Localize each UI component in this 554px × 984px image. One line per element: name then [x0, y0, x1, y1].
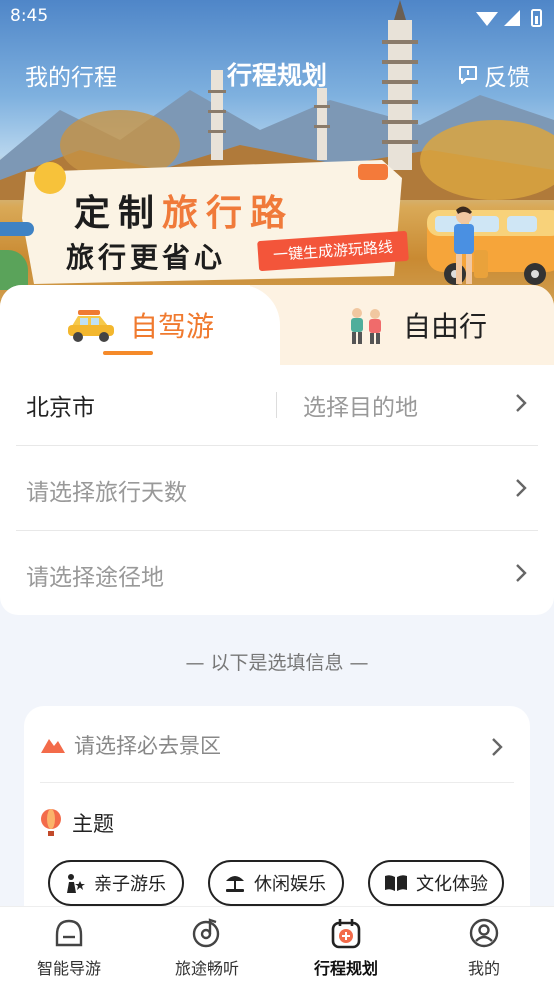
scenic-spot-placeholder: 请选择必去景区 — [74, 734, 221, 758]
nav-audio[interactable]: 旅途畅听 — [152, 917, 262, 979]
calendar-plus-icon — [331, 919, 361, 949]
theme-chip-culture[interactable]: 文化体验 — [368, 860, 504, 906]
route-row: 北京市 选择目的地 — [16, 362, 538, 446]
mountain-icon — [41, 739, 65, 753]
theme-chips: 亲子游乐 休闲娱乐 文化体验 — [48, 860, 504, 906]
nav-label: 旅途畅听 — [174, 959, 239, 978]
theme-chip-family[interactable]: 亲子游乐 — [48, 860, 184, 906]
tab-free-travel[interactable]: 自由行 — [345, 301, 487, 349]
status-icons — [476, 9, 542, 27]
days-field[interactable]: 请选择旅行天数 — [26, 473, 187, 507]
nav-trip-planning[interactable]: 行程规划 — [291, 917, 401, 979]
tab-free-travel-label: 自由行 — [403, 310, 488, 343]
optional-section-label: — 以下是选填信息 — — [185, 652, 369, 674]
feedback-label: 反馈 — [484, 65, 530, 91]
theme-label: 主题 — [72, 812, 114, 836]
theme-chip-leisure[interactable]: 休闲娱乐 — [208, 860, 344, 906]
field-divider — [276, 392, 277, 418]
status-bar: 8:45 — [10, 6, 544, 30]
user-icon — [469, 918, 499, 948]
tab-self-drive[interactable]: 自驾游 — [66, 301, 214, 349]
banner-subheadline: 旅行更省心 — [66, 241, 227, 274]
chevron-right-icon — [516, 394, 527, 412]
status-time: 8:45 — [10, 6, 49, 26]
waypoints-row[interactable]: 请选择途径地 — [16, 532, 538, 616]
active-tab-indicator — [103, 351, 153, 355]
divider — [40, 782, 514, 783]
waypoints-field[interactable]: 请选择途径地 — [26, 558, 164, 592]
feedback-button[interactable]: 反馈 — [458, 58, 530, 92]
nav-label: 我的 — [467, 959, 500, 978]
hot-air-balloon-icon — [41, 809, 61, 836]
car-icon — [68, 310, 114, 342]
audio-icon — [192, 918, 220, 948]
chevron-right-icon — [516, 479, 527, 497]
nav-label: 智能导游 — [36, 959, 101, 978]
book-icon — [385, 875, 407, 891]
days-row[interactable]: 请选择旅行天数 — [16, 447, 538, 531]
bottom-navigation: 智能导游 旅途畅听 行程规划 我的 — [0, 906, 554, 984]
nav-label: 行程规划 — [313, 959, 378, 978]
promo-banner[interactable]: 定制旅行路 旅行更省心 一键生成游玩路线 — [22, 158, 409, 286]
origin-city[interactable]: 北京市 — [26, 388, 95, 422]
sign-decoration — [0, 222, 34, 236]
scenic-spot-selector[interactable]: 请选择必去景区 — [40, 730, 221, 760]
family-icon — [67, 874, 85, 893]
guide-icon — [55, 919, 83, 947]
beach-icon — [226, 876, 244, 892]
theme-heading: 主题 — [40, 808, 114, 838]
feedback-icon — [459, 66, 477, 84]
banner-headline: 定制旅行路 — [74, 193, 295, 234]
theme-chip-label: 亲子游乐 — [94, 874, 166, 895]
chevron-right-icon — [492, 738, 503, 756]
chevron-right-icon — [516, 564, 527, 582]
destination-field[interactable]: 选择目的地 — [303, 388, 418, 422]
traveller-illustration — [454, 206, 488, 284]
theme-chip-label: 休闲娱乐 — [254, 874, 326, 895]
tab-self-drive-label: 自驾游 — [130, 310, 215, 343]
hikers-icon — [351, 308, 381, 344]
pagoda-right — [314, 88, 330, 160]
theme-chip-label: 文化体验 — [416, 874, 488, 895]
nav-profile[interactable]: 我的 — [429, 917, 539, 979]
travel-mode-tabs: 自驾游 自由行 — [0, 285, 554, 365]
nav-smart-guide[interactable]: 智能导游 — [14, 917, 124, 979]
top-bar: 我的行程 行程规划 反馈 — [0, 52, 554, 92]
